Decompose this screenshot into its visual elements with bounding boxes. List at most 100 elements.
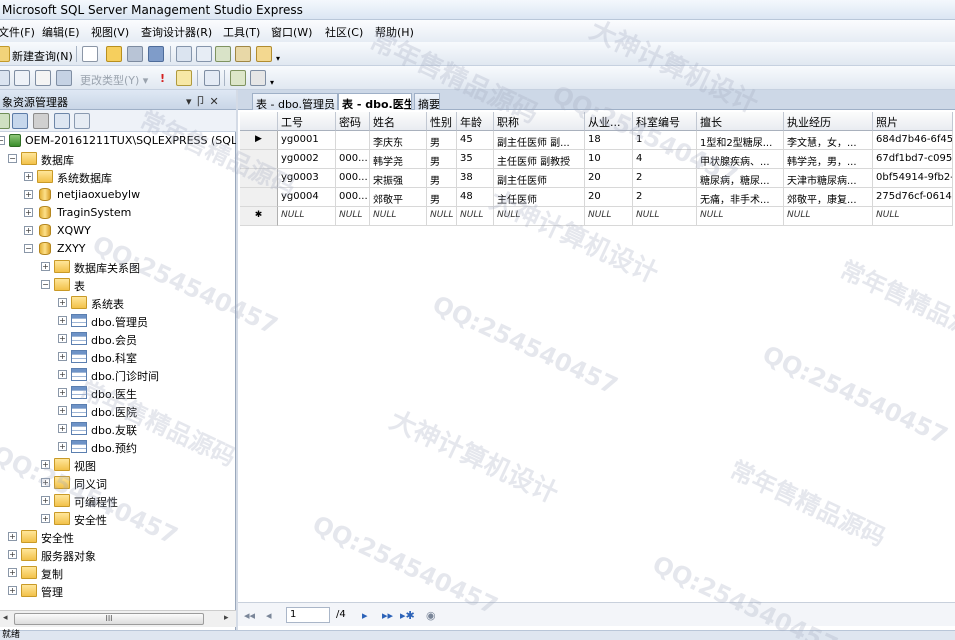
table-cell[interactable]: 主任医师 [494, 188, 585, 207]
table-cell[interactable]: 10 [585, 150, 633, 169]
table-cell[interactable]: yg0001 [278, 131, 336, 150]
table-cell[interactable]: 李文慧，女，... [784, 131, 873, 150]
table-cell[interactable]: 000... [336, 188, 370, 207]
expand-icon[interactable]: + [24, 226, 33, 235]
new-row[interactable]: ✱ NULL NULL NULL NULL NULL NULL NULL NUL… [240, 207, 955, 226]
table-cell[interactable]: 000... [336, 150, 370, 169]
expand-icon[interactable]: + [58, 406, 67, 415]
properties-icon[interactable] [196, 46, 212, 62]
expand-icon[interactable]: + [41, 460, 50, 469]
menu-edit[interactable]: 编辑(E) [42, 24, 80, 40]
row-selector[interactable] [240, 169, 278, 188]
null-cell[interactable]: NULL [585, 207, 633, 226]
new-record-icon[interactable]: ▸✱ [400, 609, 415, 622]
execute-icon[interactable]: ! [160, 72, 165, 85]
collapse-icon[interactable]: − [41, 280, 50, 289]
table-cell[interactable]: 男 [427, 150, 457, 169]
collapse-icon[interactable]: − [8, 154, 17, 163]
table-cell[interactable]: 35 [457, 150, 494, 169]
table-cell[interactable]: 0bf54914-9fb2-... [873, 169, 953, 188]
column-header[interactable]: 执业经历 [784, 112, 873, 131]
sql-pane-icon[interactable] [35, 70, 51, 86]
tab-summary[interactable]: 摘要 [414, 93, 440, 110]
expand-icon[interactable]: + [41, 496, 50, 505]
new-query-icon[interactable] [0, 46, 10, 62]
table-cell[interactable]: 糖尿病，糖尿... [697, 169, 784, 188]
column-header[interactable]: 姓名 [370, 112, 427, 131]
table-cell[interactable]: 48 [457, 188, 494, 207]
null-cell[interactable]: NULL [457, 207, 494, 226]
tab-admin-table[interactable]: 表 - dbo.管理员 [252, 93, 338, 110]
table-cell[interactable]: 1型和2型糖尿... [697, 131, 784, 150]
null-cell[interactable]: NULL [278, 207, 336, 226]
tab-doctor-table[interactable]: 表 - dbo.医生 [338, 93, 412, 110]
column-header[interactable]: 从业... [585, 112, 633, 131]
null-cell[interactable]: NULL [494, 207, 585, 226]
menu-tools[interactable]: 工具(T) [223, 24, 260, 40]
table-row[interactable]: ▶ yg0001 李庆东 男 45 副主任医师 副... 18 1 1型和2型糖… [240, 131, 955, 150]
table-cell[interactable]: 宋振强 [370, 169, 427, 188]
expand-icon[interactable]: + [41, 478, 50, 487]
table-cell[interactable]: 无痛，非手术... [697, 188, 784, 207]
row-selector[interactable] [240, 150, 278, 169]
explorer-horizontal-scrollbar[interactable]: ◂ III ▸ [0, 610, 236, 627]
expand-icon[interactable]: + [8, 568, 17, 577]
table-cell[interactable]: 1 [633, 131, 697, 150]
table-cell[interactable]: 甲状腺疾病、... [697, 150, 784, 169]
column-header[interactable]: 性别 [427, 112, 457, 131]
table-cell[interactable]: yg0003 [278, 169, 336, 188]
add-derived-table-icon[interactable] [250, 70, 266, 86]
expand-icon[interactable]: + [58, 316, 67, 325]
scrollbar-thumb[interactable]: III [14, 613, 204, 625]
expand-icon[interactable]: + [58, 388, 67, 397]
menu-file[interactable]: 文件(F) [0, 24, 35, 40]
current-record-input[interactable]: 1 [286, 607, 330, 623]
last-record-icon[interactable]: ▸▸ [382, 609, 393, 622]
query-icon[interactable] [176, 46, 192, 62]
scroll-right-icon[interactable]: ▸ [224, 613, 229, 623]
save-icon[interactable] [127, 46, 143, 62]
table-row[interactable]: yg0004 000... 郊敬平 男 48 主任医师 20 2 无痛，非手术.… [240, 188, 955, 207]
table-cell[interactable]: 000... [336, 169, 370, 188]
change-type-dropdown[interactable]: 更改类型(Y) ▾ [80, 72, 148, 88]
menu-community[interactable]: 社区(C) [325, 24, 363, 40]
expand-icon[interactable]: + [8, 550, 17, 559]
table-row[interactable]: yg0002 000... 韩学尧 男 35 主任医师 副教授 10 4 甲状腺… [240, 150, 955, 169]
table-cell[interactable]: 45 [457, 131, 494, 150]
table-cell[interactable]: 18 [585, 131, 633, 150]
expand-icon[interactable]: + [58, 442, 67, 451]
menu-window[interactable]: 窗口(W) [271, 24, 312, 40]
panel-window-buttons[interactable]: ▾ 卩 ✕ [186, 93, 219, 109]
table-cell[interactable]: 275d76cf-0614-... [873, 188, 953, 207]
table-cell[interactable]: 684d7b46-6f45-... [873, 131, 953, 150]
null-cell[interactable]: NULL [633, 207, 697, 226]
table-cell[interactable]: 天津市糖尿病... [784, 169, 873, 188]
row-selector[interactable] [240, 188, 278, 207]
null-cell[interactable]: NULL [427, 207, 457, 226]
column-header[interactable]: 科室编号 [633, 112, 697, 131]
table-cell[interactable]: 20 [585, 169, 633, 188]
disconnect-icon[interactable] [12, 113, 28, 129]
script-icon[interactable] [215, 46, 231, 62]
expand-icon[interactable]: + [8, 586, 17, 595]
save-all-icon[interactable] [148, 46, 164, 62]
table-cell[interactable]: 男 [427, 131, 457, 150]
filter-icon[interactable] [74, 113, 90, 129]
menu-view[interactable]: 视图(V) [91, 24, 129, 40]
add-table-icon[interactable] [230, 70, 246, 86]
verify-sql-icon[interactable] [176, 70, 192, 86]
expand-icon[interactable]: + [58, 370, 67, 379]
table-cell[interactable]: 副主任医师 副... [494, 131, 585, 150]
table-cell[interactable]: 4 [633, 150, 697, 169]
refresh-icon[interactable] [54, 113, 70, 129]
table-cell[interactable]: 2 [633, 169, 697, 188]
collapse-icon[interactable]: − [24, 244, 33, 253]
menu-help[interactable]: 帮助(H) [375, 24, 414, 40]
next-record-icon[interactable]: ▸ [362, 609, 368, 622]
table-cell[interactable]: 男 [427, 188, 457, 207]
table-cell[interactable]: yg0004 [278, 188, 336, 207]
new-file-icon[interactable] [82, 46, 98, 62]
expand-icon[interactable]: + [58, 298, 67, 307]
expand-icon[interactable]: + [41, 514, 50, 523]
previous-record-icon[interactable]: ◂ [266, 609, 272, 622]
